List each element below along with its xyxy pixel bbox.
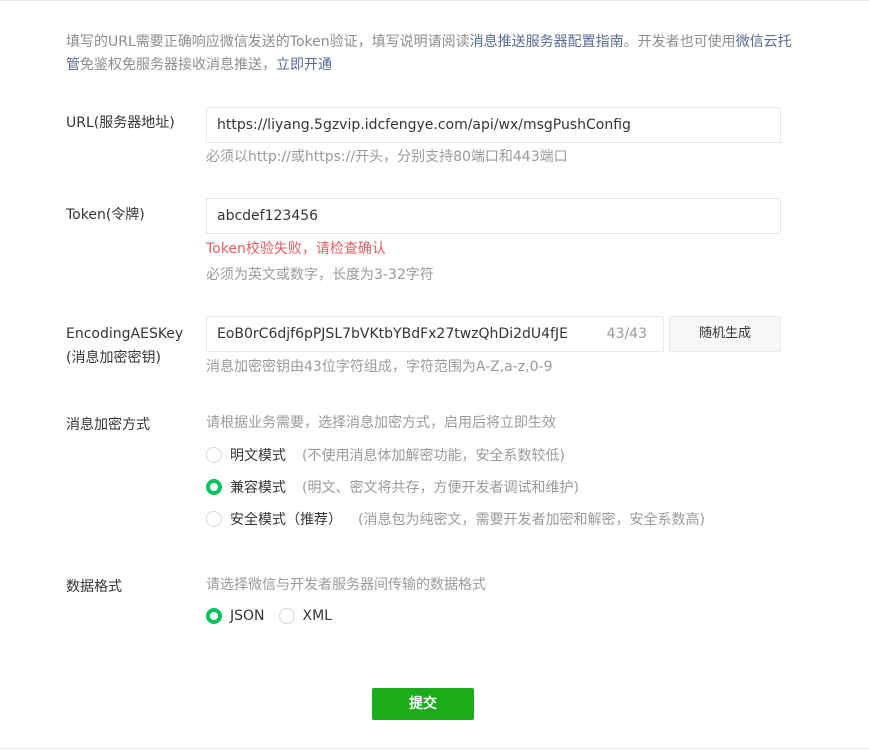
data-format-options: JSON XML bbox=[206, 606, 346, 626]
intro-text-3: 免鉴权免服务器接收消息推送， bbox=[80, 57, 276, 73]
json-format-label[interactable]: JSON bbox=[230, 608, 265, 624]
encryption-label: 消息加密方式 bbox=[66, 417, 150, 433]
activate-now-link[interactable]: 立即开通 bbox=[276, 57, 332, 73]
submit-button[interactable]: 提交 bbox=[372, 688, 474, 720]
url-label: URL(服务器地址) bbox=[66, 115, 175, 131]
aeskey-label-line1: EncodingAESKey bbox=[66, 326, 184, 342]
token-error-message: Token校验失败，请检查确认 bbox=[206, 241, 386, 257]
bottom-divider bbox=[0, 748, 869, 749]
data-format-hint: 请选择微信与开发者服务器间传输的数据格式 bbox=[206, 577, 486, 593]
top-divider bbox=[0, 0, 869, 1]
compatible-mode-label[interactable]: 兼容模式 bbox=[230, 477, 286, 497]
plaintext-mode-label[interactable]: 明文模式 bbox=[230, 445, 286, 465]
aeskey-hint: 消息加密密钥由43位字符组成，字符范围为A-Z,a-z,0-9 bbox=[206, 359, 553, 375]
intro-text-2: 。开发者也可使用 bbox=[623, 34, 736, 50]
token-input-value: abcdef123456 bbox=[217, 208, 319, 224]
radio-plaintext[interactable] bbox=[206, 447, 222, 463]
encryption-option-secure[interactable]: 安全模式（推荐） (消息包为纯密文，需要开发者加密和解密，安全系数高) bbox=[206, 509, 705, 529]
aeskey-char-counter: 43/43 bbox=[606, 326, 647, 342]
radio-json[interactable] bbox=[206, 608, 222, 624]
encryption-hint: 请根据业务需要，选择消息加密方式，启用后将立即生效 bbox=[206, 415, 556, 431]
plaintext-mode-desc: (不使用消息体加解密功能，安全系数较低) bbox=[302, 448, 565, 464]
url-hint: 必须以http://或https://开头，分别支持80端口和443端口 bbox=[206, 149, 568, 165]
url-input[interactable]: https://liyang.5gzvip.idcfengye.com/api/… bbox=[206, 107, 781, 143]
secure-mode-label[interactable]: 安全模式（推荐） bbox=[230, 509, 342, 529]
url-input-value: https://liyang.5gzvip.idcfengye.com/api/… bbox=[217, 117, 631, 133]
token-hint: 必须为英文或数字，长度为3-32字符 bbox=[206, 267, 434, 283]
token-label: Token(令牌) bbox=[66, 207, 145, 223]
radio-xml[interactable] bbox=[278, 608, 295, 624]
server-config-guide-link[interactable]: 消息推送服务器配置指南 bbox=[470, 34, 624, 50]
aeskey-input[interactable]: EoB0rC6djf6pPJSL7bVKtbYBdFx27twzQhDi2dU4… bbox=[206, 316, 664, 352]
random-generate-button[interactable]: 随机生成 bbox=[669, 316, 781, 352]
radio-secure[interactable] bbox=[206, 511, 222, 527]
xml-format-label[interactable]: XML bbox=[303, 608, 332, 624]
aeskey-label-line2: (消息加密密钥) bbox=[66, 350, 161, 366]
aeskey-label: EncodingAESKey (消息加密密钥) bbox=[66, 324, 183, 368]
data-format-label: 数据格式 bbox=[66, 579, 122, 595]
compatible-mode-desc: (明文、密文将共存，方便开发者调试和维护) bbox=[302, 480, 579, 496]
token-input[interactable]: abcdef123456 bbox=[206, 198, 781, 234]
encryption-option-plaintext[interactable]: 明文模式 (不使用消息体加解密功能，安全系数较低) bbox=[206, 445, 565, 465]
intro-notice: 填写的URL需要正确响应微信发送的Token验证，填写说明请阅读消息推送服务器配… bbox=[66, 31, 796, 77]
secure-mode-desc: (消息包为纯密文，需要开发者加密和解密，安全系数高) bbox=[358, 512, 705, 528]
radio-compatible[interactable] bbox=[206, 479, 222, 495]
encryption-option-compatible[interactable]: 兼容模式 (明文、密文将共存，方便开发者调试和维护) bbox=[206, 477, 579, 497]
aeskey-input-value: EoB0rC6djf6pPJSL7bVKtbYBdFx27twzQhDi2dU4… bbox=[217, 326, 568, 342]
intro-text-1: 填写的URL需要正确响应微信发送的Token验证，填写说明请阅读 bbox=[66, 34, 470, 50]
